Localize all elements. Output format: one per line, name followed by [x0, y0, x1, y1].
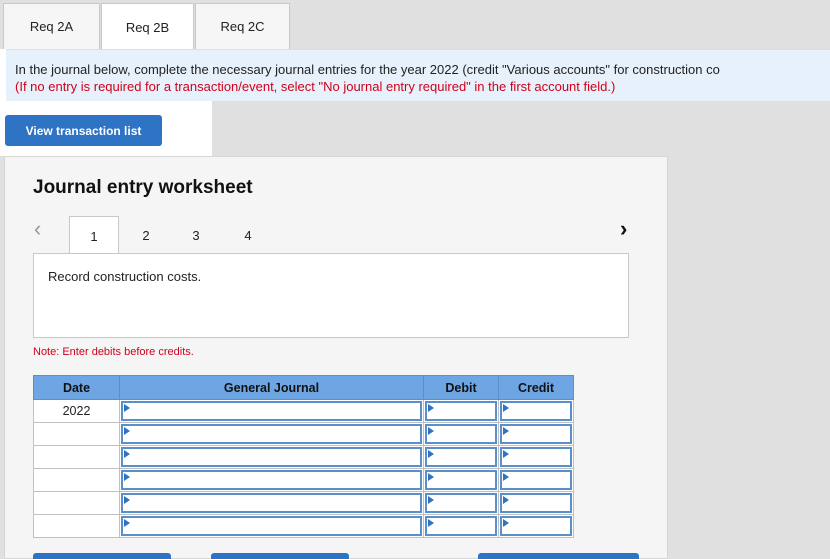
tab-req-2b[interactable]: Req 2B — [101, 3, 194, 50]
step-4[interactable]: 4 — [238, 216, 258, 254]
triangle-right-icon — [503, 519, 509, 527]
view-general-journal-button[interactable] — [478, 553, 639, 559]
triangle-right-icon — [428, 404, 434, 412]
account-field[interactable] — [119, 514, 424, 538]
instructions: In the journal below, complete the neces… — [6, 49, 830, 101]
date-cell — [33, 514, 120, 538]
credit-field[interactable] — [498, 445, 574, 469]
tab-req-2c[interactable]: Req 2C — [195, 3, 290, 49]
account-field[interactable] — [119, 422, 424, 446]
date-cell — [33, 422, 120, 446]
triangle-right-icon — [124, 473, 130, 481]
background-gray-right — [668, 156, 830, 559]
debit-field[interactable] — [423, 491, 499, 515]
debit-field[interactable] — [423, 468, 499, 492]
triangle-right-icon — [503, 473, 509, 481]
debit-field[interactable] — [423, 399, 499, 423]
transaction-description: Record construction costs. — [33, 253, 629, 338]
instruction-line-1: In the journal below, complete the neces… — [15, 62, 720, 77]
table-row — [33, 422, 574, 446]
instruction-line-2: (If no entry is required for a transacti… — [15, 79, 616, 94]
header-general-journal: General Journal — [119, 375, 424, 400]
triangle-right-icon — [503, 427, 509, 435]
date-cell — [33, 445, 120, 469]
debit-field[interactable] — [423, 514, 499, 538]
triangle-right-icon — [428, 519, 434, 527]
step-1[interactable]: 1 — [69, 216, 119, 256]
account-field[interactable] — [119, 491, 424, 515]
triangle-right-icon — [124, 450, 130, 458]
triangle-right-icon — [503, 450, 509, 458]
worksheet-title: Journal entry worksheet — [33, 177, 253, 198]
triangle-right-icon — [428, 450, 434, 458]
credit-field[interactable] — [498, 468, 574, 492]
triangle-right-icon — [428, 473, 434, 481]
triangle-right-icon — [503, 496, 509, 504]
step-2[interactable]: 2 — [136, 216, 156, 254]
date-cell — [33, 491, 120, 515]
header-date: Date — [33, 375, 120, 400]
triangle-right-icon — [124, 404, 130, 412]
debit-field[interactable] — [423, 422, 499, 446]
note-text: Note: Enter debits before credits. — [33, 346, 194, 358]
credit-field[interactable] — [498, 399, 574, 423]
table-row — [33, 468, 574, 492]
chevron-left-icon[interactable]: ‹ — [34, 216, 41, 242]
header-credit: Credit — [498, 375, 574, 400]
triangle-right-icon — [428, 427, 434, 435]
clear-entry-button[interactable] — [211, 553, 349, 559]
table-row — [33, 514, 574, 538]
view-transaction-list-button[interactable]: View transaction list — [5, 115, 162, 146]
triangle-right-icon — [503, 404, 509, 412]
record-entry-button[interactable] — [33, 553, 171, 559]
tab-req-2a[interactable]: Req 2A — [3, 3, 100, 49]
table-row: 2022 — [33, 399, 574, 423]
debit-field[interactable] — [423, 445, 499, 469]
triangle-right-icon — [124, 519, 130, 527]
credit-field[interactable] — [498, 514, 574, 538]
account-field[interactable] — [119, 445, 424, 469]
table-row — [33, 445, 574, 469]
triangle-right-icon — [428, 496, 434, 504]
date-cell: 2022 — [33, 399, 120, 423]
chevron-right-icon[interactable]: › — [620, 216, 627, 242]
triangle-right-icon — [124, 496, 130, 504]
header-debit: Debit — [423, 375, 499, 400]
step-3[interactable]: 3 — [186, 216, 206, 254]
general-journal-table: Date General Journal Debit Credit 2022 — [33, 375, 574, 538]
triangle-right-icon — [124, 427, 130, 435]
account-field[interactable] — [119, 468, 424, 492]
background-gray — [212, 101, 830, 156]
credit-field[interactable] — [498, 422, 574, 446]
account-field[interactable] — [119, 399, 424, 423]
table-row — [33, 491, 574, 515]
credit-field[interactable] — [498, 491, 574, 515]
date-cell — [33, 468, 120, 492]
